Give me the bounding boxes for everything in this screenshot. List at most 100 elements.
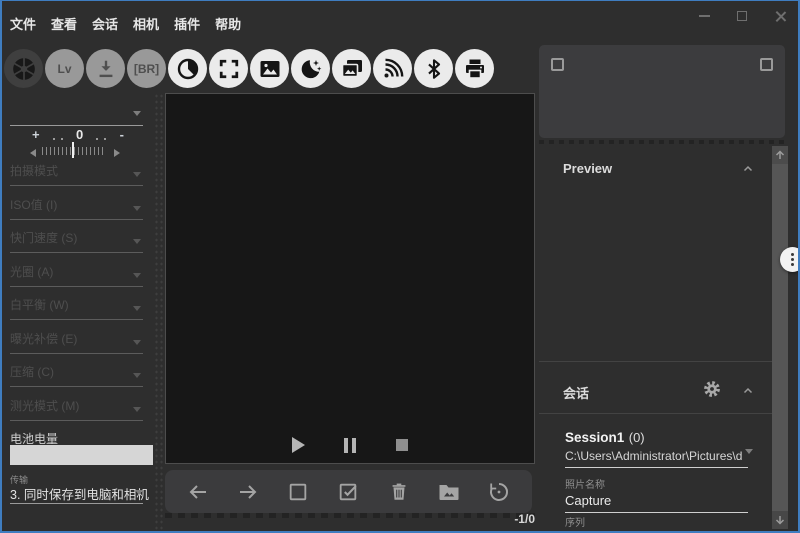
camera-settings-panel: + 0 - 拍摄模式 ISO值 (I) 快门速度 (S) 光圈 (A) 白平衡 … [2, 93, 154, 531]
delete-icon [388, 481, 410, 503]
session-selector[interactable]: Session1 (0) C:\Users\Administrator\Pict… [565, 429, 755, 468]
bracketing-label: [BR] [134, 62, 159, 76]
astro-button[interactable] [291, 49, 330, 88]
panel-expand-handle[interactable] [780, 247, 800, 272]
field-shooting-mode: 拍摄模式 [10, 162, 143, 186]
exposure-minus-label: - [120, 127, 124, 142]
collapse-session-icon[interactable] [742, 385, 754, 397]
main-toolbar: Lv [BR] [4, 49, 494, 88]
browse-folder-button[interactable] [436, 479, 462, 505]
next-icon [236, 480, 260, 504]
bluetooth-button[interactable] [414, 49, 453, 88]
focus-stacking-button[interactable] [209, 49, 248, 88]
menu-item-view[interactable]: 查看 [51, 14, 77, 33]
liveview-label: Lv [57, 62, 71, 76]
photo-name-field[interactable]: 照片名称 Capture [565, 476, 755, 513]
wifi-button[interactable] [373, 49, 412, 88]
session-count: (0) [629, 430, 645, 445]
delete-button[interactable] [386, 479, 412, 505]
previous-icon [186, 480, 210, 504]
multi-capture-button[interactable] [332, 49, 371, 88]
field-aperture: 光圈 (A) [10, 263, 143, 287]
close-icon [775, 11, 786, 22]
scroll-down-icon [774, 514, 786, 526]
astro-icon [299, 57, 323, 81]
exposure-compensation-slider[interactable]: + 0 - [2, 125, 154, 161]
play-button[interactable] [290, 437, 306, 453]
transfer-dropdown[interactable]: 3. 同时保存到电脑和相机 [10, 484, 149, 503]
download-button [86, 49, 125, 88]
camera-select-dropdown[interactable] [2, 103, 154, 125]
histogram-box [539, 45, 785, 138]
menubar: 文件 查看 会话 相机 插件 帮助 [10, 14, 241, 33]
pause-icon [344, 438, 356, 453]
image-toolbar [165, 470, 532, 513]
reset-icon [487, 480, 511, 504]
multi-photo-icon [340, 57, 364, 81]
ruler-right-arrow-icon [114, 149, 120, 157]
scroll-up-icon [774, 149, 786, 161]
timelapse-button[interactable] [168, 49, 207, 88]
checkbox-icon[interactable] [551, 58, 564, 71]
chevron-down-icon [133, 239, 141, 244]
sequence-field: 序列 [565, 514, 755, 529]
chevron-down-icon [133, 206, 141, 211]
menu-item-session[interactable]: 会话 [92, 14, 118, 33]
field-iso: ISO值 (I) [10, 196, 143, 220]
sequence-label: 序列 [565, 514, 755, 529]
session-name: Session1 [565, 430, 624, 445]
minimize-button[interactable] [698, 10, 710, 22]
chevron-down-icon [133, 273, 141, 278]
print-button[interactable] [455, 49, 494, 88]
left-splitter[interactable] [154, 93, 165, 531]
print-icon [463, 57, 487, 81]
scroll-down-button[interactable] [772, 511, 788, 529]
checkbox-icon[interactable] [760, 58, 773, 71]
exposure-zero-label: 0 [76, 127, 83, 142]
pause-button[interactable] [342, 437, 358, 453]
select-none-button[interactable] [285, 479, 311, 505]
session-settings-gear-icon[interactable] [702, 379, 722, 399]
menu-item-help[interactable]: 帮助 [215, 14, 241, 33]
menu-item-file[interactable]: 文件 [10, 14, 36, 33]
session-path: C:\Users\Administrator\Pictures\d [565, 449, 755, 463]
field-white-balance: 白平衡 (W) [10, 296, 143, 320]
exposure-indicator[interactable] [72, 142, 74, 158]
maximize-button[interactable] [736, 10, 748, 22]
chevron-down-icon [745, 449, 753, 454]
select-none-icon [287, 481, 309, 503]
capture-button[interactable] [4, 49, 43, 88]
stop-button[interactable] [394, 437, 410, 453]
titlebar: 文件 查看 会话 相机 插件 帮助 [2, 1, 798, 41]
stop-icon [396, 439, 408, 451]
photo-name-label: 照片名称 [565, 476, 755, 491]
ruler-left-arrow-icon [30, 149, 36, 157]
right-panel-splitter [539, 140, 785, 144]
browse-folder-icon [437, 480, 461, 504]
collapse-preview-icon[interactable] [742, 163, 754, 175]
timelapse-icon [176, 57, 200, 81]
chevron-down-icon [133, 373, 141, 378]
menu-item-camera[interactable]: 相机 [133, 14, 159, 33]
select-all-button[interactable] [335, 479, 361, 505]
field-shutter-speed: 快门速度 (S) [10, 229, 143, 253]
maximize-icon [737, 11, 747, 21]
previous-image-button[interactable] [185, 479, 211, 505]
photo-capture-button[interactable] [250, 49, 289, 88]
wifi-icon [381, 57, 405, 81]
close-button[interactable] [774, 10, 786, 22]
field-metering-mode: 测光模式 (M) [10, 397, 143, 421]
exposure-plus-label: + [32, 127, 40, 142]
bracketing-button: [BR] [127, 49, 166, 88]
playback-controls [166, 437, 534, 453]
reset-counter-button[interactable] [486, 479, 512, 505]
next-image-button[interactable] [235, 479, 261, 505]
chevron-down-icon [133, 111, 141, 116]
download-icon [95, 58, 117, 80]
photo-name-input[interactable]: Capture [565, 493, 755, 508]
bluetooth-icon [423, 58, 445, 80]
scroll-up-button[interactable] [772, 146, 788, 164]
menu-item-plugins[interactable]: 插件 [174, 14, 200, 33]
right-panel-scrollbar[interactable] [772, 146, 788, 529]
aperture-icon [11, 56, 37, 82]
